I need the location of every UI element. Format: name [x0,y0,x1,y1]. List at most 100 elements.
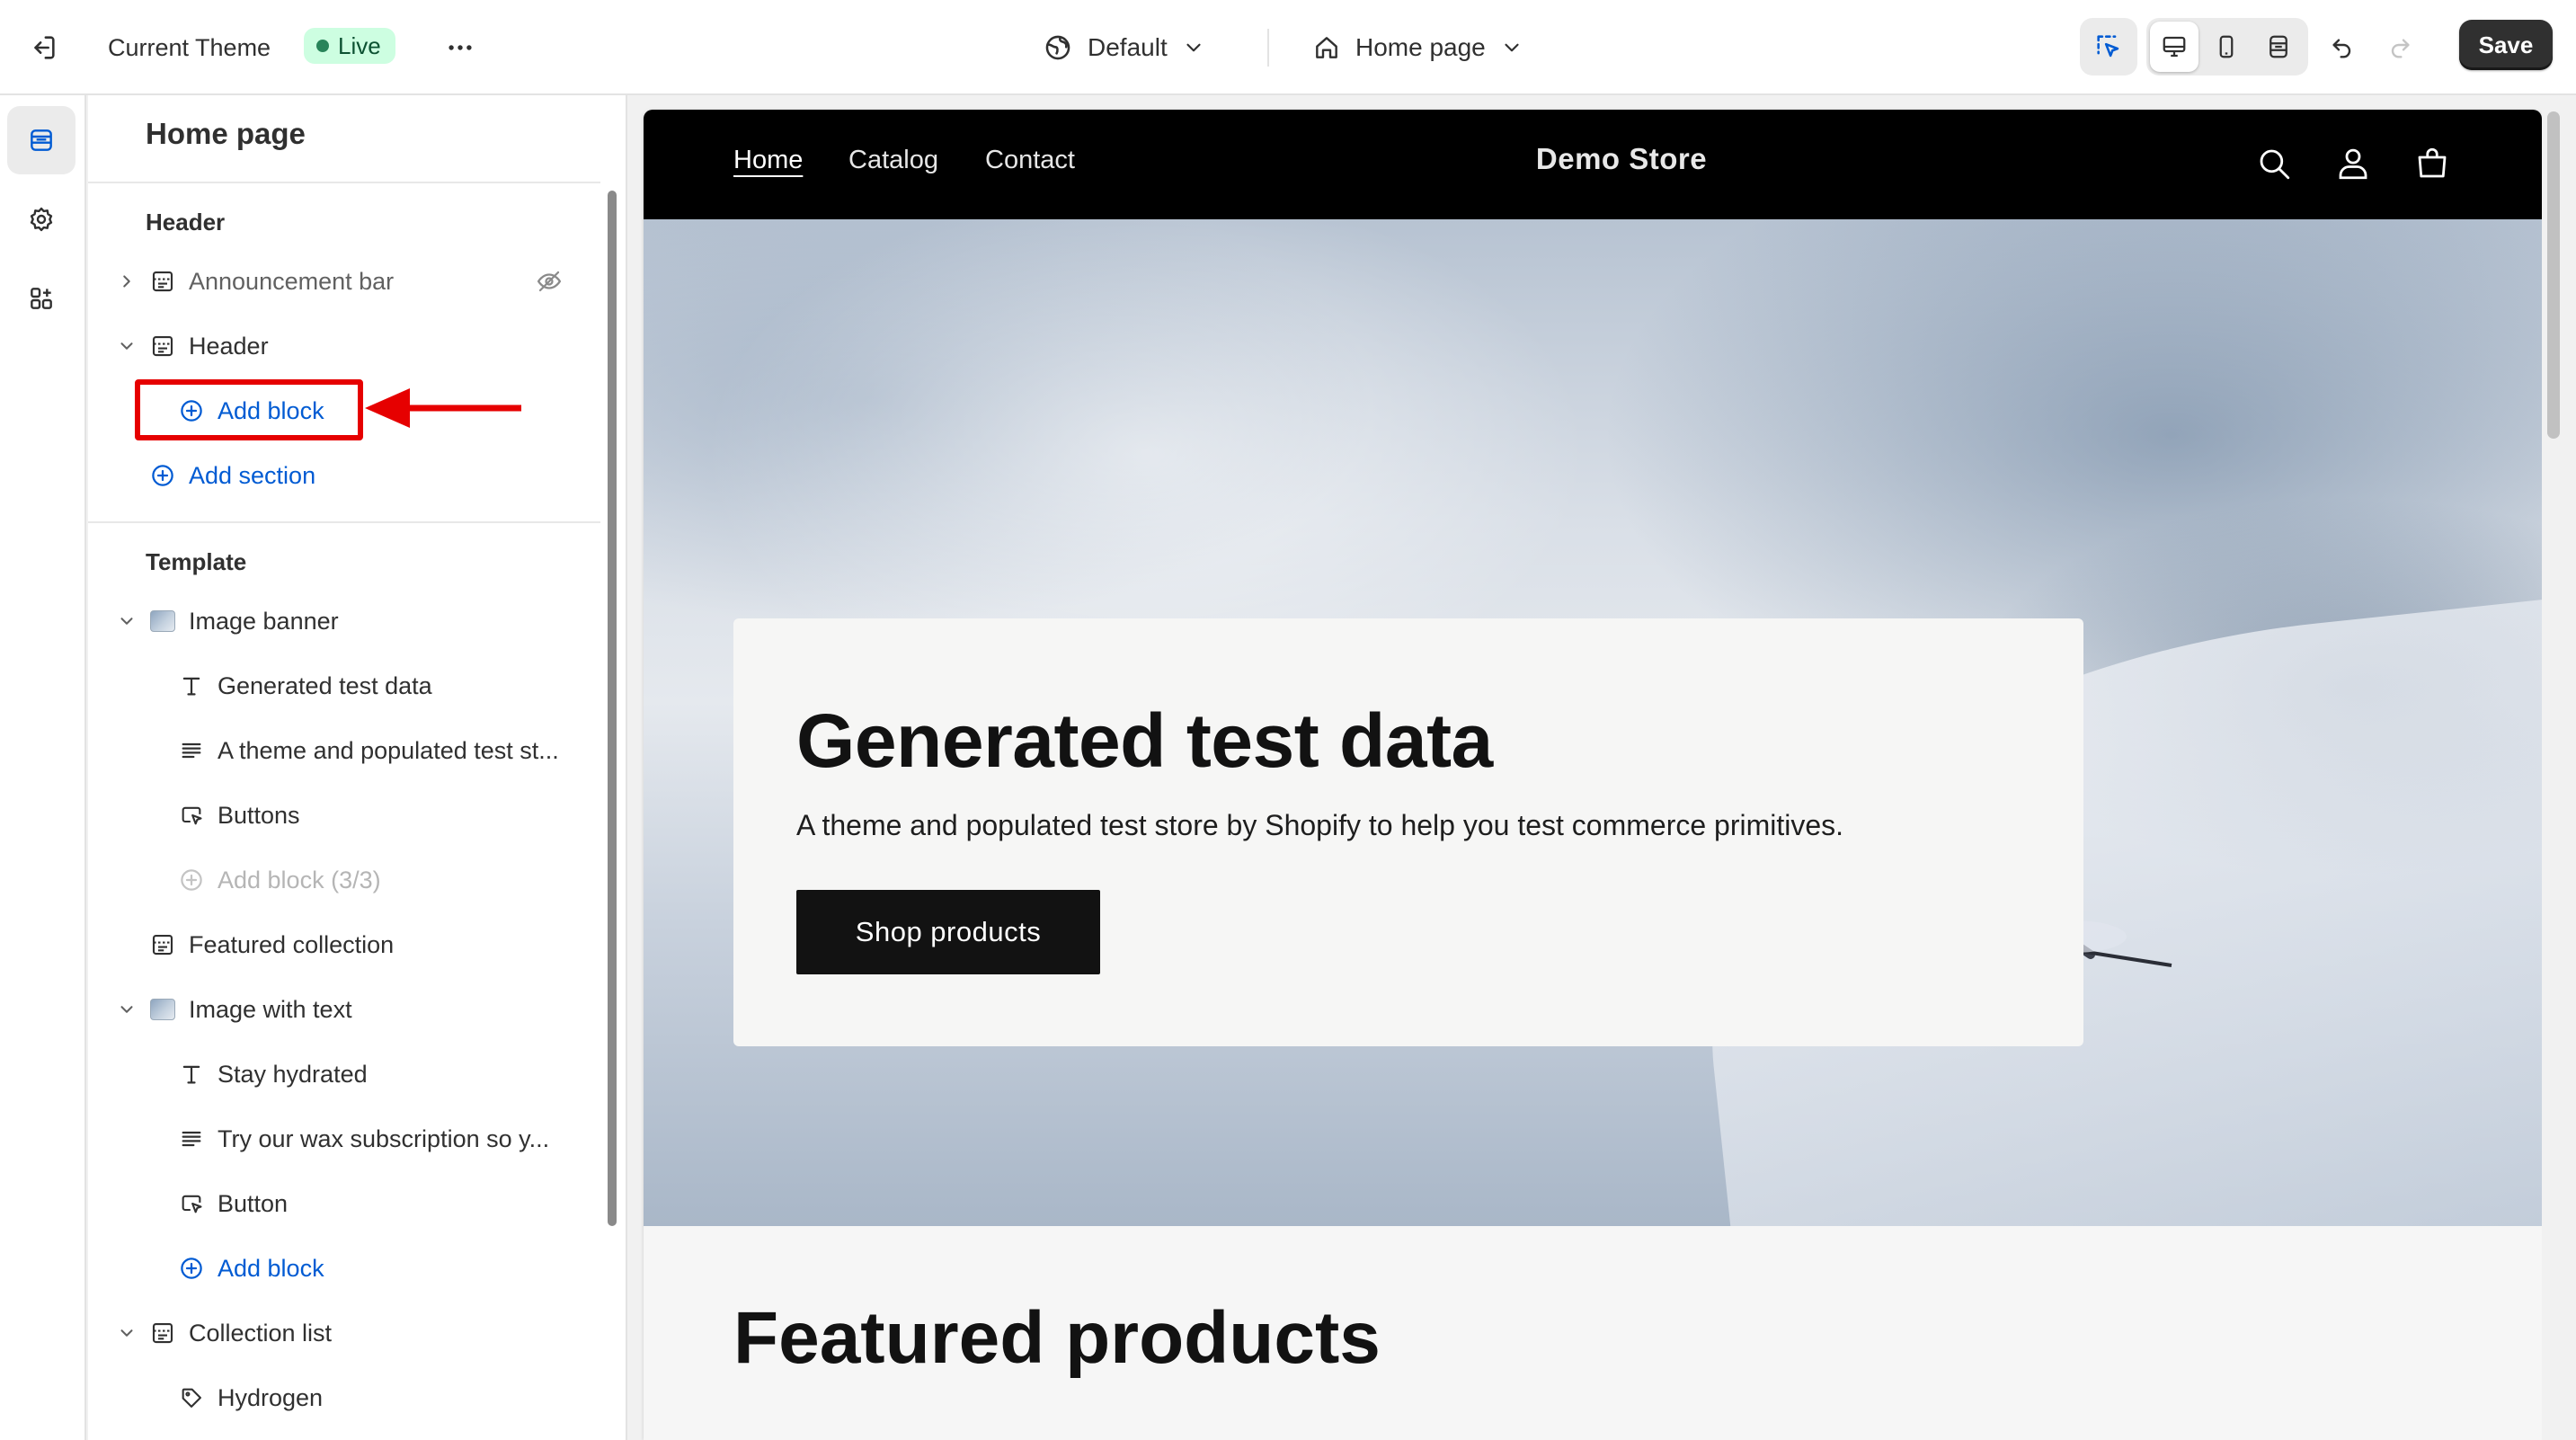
section-row-announcement-bar[interactable]: Announcement bar [88,252,600,311]
rail-sections-button[interactable] [7,106,76,174]
image-thumbnail-icon [149,608,176,635]
mobile-icon [2219,35,2234,58]
hero-content-card: Generated test data A theme and populate… [733,618,2083,1046]
preview-scroll-thumb[interactable] [2547,111,2560,439]
image-thumbnail-icon [149,996,176,1023]
store-logo-text[interactable]: Demo Store [1506,142,1737,176]
section-row-featured-collection[interactable]: Featured collection [88,915,600,974]
inspector-toggle-button[interactable] [2080,18,2137,76]
section-label: Image with text [189,995,352,1023]
undo-button[interactable] [2319,25,2366,72]
paragraph-icon [178,737,205,764]
add-section-label: Add section [189,461,316,489]
template-group-title: Template [146,548,247,575]
shop-products-button[interactable]: Shop products [796,890,1100,974]
undo-icon [2332,39,2351,58]
block-row-buttons[interactable]: Buttons [88,786,600,845]
rail-settings-button[interactable] [7,185,76,253]
hero-subheading: A theme and populated test store by Shop… [796,809,1844,841]
nav-link-catalog[interactable]: Catalog [848,146,938,175]
block-label: Try our wax subscription so y... [218,1124,550,1152]
add-circle-icon [178,1255,205,1282]
viewport-switcher [2146,18,2308,76]
sidebar-title: Home page [146,117,306,150]
eye-off-icon[interactable] [534,266,564,297]
add-circle-icon [149,462,176,489]
chevron-down-icon[interactable] [115,1321,138,1345]
section-row-image-with-text[interactable]: Image with text [88,980,600,1039]
annotation-arrow-icon [365,388,521,428]
block-label: Generated test data [218,671,432,699]
account-icon[interactable] [2332,142,2375,185]
mobile-view-button[interactable] [2202,22,2251,72]
redo-icon [2391,39,2410,58]
chevron-down-icon [1186,43,1201,52]
image-banner: Generated test data A theme and populate… [644,219,2542,1226]
more-actions-button[interactable] [439,26,482,69]
section-label: Collection list [189,1319,333,1347]
home-icon [1316,37,1337,58]
header-group-title: Header [146,209,226,236]
tag-icon [178,1384,205,1411]
block-row-paragraph[interactable]: A theme and populated test st... [88,721,600,780]
sidebar-divider [88,182,600,183]
block-row-heading[interactable]: Generated test data [88,656,600,716]
header-add-section-button[interactable]: Add section [88,446,600,505]
sections-sidebar: Home page Header Announcement bar Header… [88,95,627,1440]
section-icon [149,1320,176,1347]
desktop-view-button[interactable] [2150,22,2198,72]
section-row-collection-list[interactable]: Collection list [88,1303,600,1363]
section-icon [149,333,176,360]
section-label: Announcement bar [189,267,395,295]
featured-products-heading: Featured products [733,1297,1381,1379]
storefront-preview: Home Catalog Contact Demo Store Generate… [644,110,2542,1440]
live-status-badge: Live [304,28,395,64]
redo-button[interactable] [2376,25,2423,72]
select-cursor-icon [2097,35,2119,58]
section-row-image-banner[interactable]: Image banner [88,591,600,651]
chevron-down-icon[interactable] [115,334,138,358]
live-dot-icon [316,40,329,52]
cart-icon[interactable] [2411,142,2454,185]
chevron-right-icon[interactable] [115,270,138,293]
apps-icon [31,288,52,309]
exit-editor-button[interactable] [22,26,65,69]
theme-name: Current Theme [108,33,271,61]
add-block-disabled-button: Add block (3/3) [88,850,600,910]
sections-icon [31,129,52,151]
section-label: Header [189,332,269,360]
fullscreen-view-button[interactable] [2254,22,2303,72]
nav-link-contact[interactable]: Contact [985,146,1075,175]
add-block-label: Add block [218,1254,324,1282]
block-row-paragraph[interactable]: Try our wax subscription so y... [88,1109,600,1169]
block-row-collection[interactable]: Hydrogen [88,1368,600,1427]
block-label: Button [218,1189,289,1217]
more-horizontal-icon [449,45,472,50]
add-circle-icon [178,867,205,893]
chevron-down-icon[interactable] [115,998,138,1021]
section-row-header[interactable]: Header [88,316,600,376]
block-row-button[interactable]: Button [88,1174,600,1233]
section-label: Image banner [189,607,339,635]
sidebar-scroll-thumb[interactable] [608,191,617,1226]
sidebar-scrollbar[interactable] [604,185,620,1435]
theme-preset-select[interactable]: Default [1043,25,1205,70]
search-icon[interactable] [2252,142,2296,185]
block-label: Buttons [218,801,300,829]
image-with-text-add-block-button[interactable]: Add block [88,1239,600,1298]
block-row-heading[interactable]: Stay hydrated [88,1044,600,1104]
text-icon [178,672,205,699]
button-icon [178,1190,205,1217]
page-label: Home page [1355,33,1486,61]
page-select[interactable]: Home page [1312,25,1523,70]
section-icon [149,268,176,295]
editor-rail [0,95,86,1440]
nav-link-home[interactable]: Home [733,146,803,175]
text-icon [178,1061,205,1088]
save-button[interactable]: Save [2459,20,2553,70]
live-badge-label: Live [338,31,381,59]
rail-apps-button[interactable] [7,264,76,333]
block-label: Hydrogen [218,1383,324,1411]
chevron-down-icon[interactable] [115,609,138,633]
block-label: A theme and populated test st... [218,736,559,764]
